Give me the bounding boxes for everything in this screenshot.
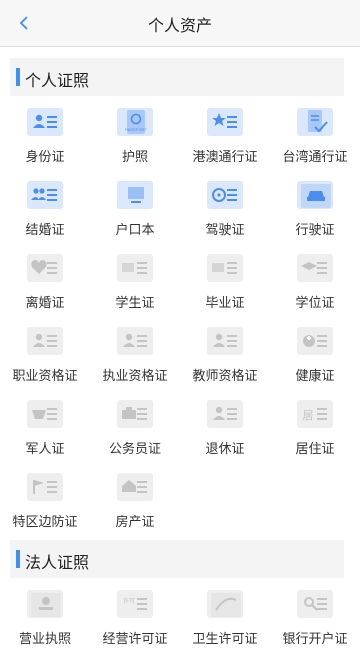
cert-item-marriage-cert[interactable]: 结婚证 — [0, 181, 90, 254]
driver-license-icon — [207, 181, 243, 209]
cert-item-label: 退休证 — [205, 441, 245, 456]
svg-text:PASSPORT: PASSPORT — [125, 127, 147, 132]
cert-item-label: 护照 — [121, 149, 148, 164]
hk-macau-pass-icon — [207, 108, 243, 136]
cert-item-label: 驾驶证 — [205, 222, 245, 237]
cert-item-practice-qualification[interactable]: 执业资格证 — [90, 327, 180, 400]
cert-item-professional-qualification[interactable]: 职业资格证 — [0, 327, 90, 400]
cert-item-retirement-cert[interactable]: 退休证 — [180, 400, 270, 473]
professional-qualification-icon — [27, 327, 63, 355]
cert-item-business-license[interactable]: 营业执照 — [0, 590, 90, 663]
hygiene-permit-icon — [207, 590, 243, 618]
section-header-personal: 个人证照 — [10, 58, 344, 96]
cert-item-label: 毕业证 — [205, 295, 245, 310]
cert-item-border-pass[interactable]: 特区边防证 — [0, 473, 90, 546]
cert-item-vehicle-license[interactable]: 行驶证 — [270, 181, 360, 254]
section-accent-bar — [16, 68, 20, 86]
cert-item-label: 执业资格证 — [102, 368, 168, 383]
cert-item-label: 营业执照 — [18, 631, 71, 646]
cert-item-health-cert[interactable]: 健康证 — [270, 327, 360, 400]
cert-item-label: 特区边防证 — [12, 514, 78, 529]
cert-item-bank-account-cert[interactable]: 银行开户证 — [270, 590, 360, 663]
bank-account-cert-icon — [297, 590, 333, 618]
section-title: 法人证照 — [25, 555, 90, 572]
cert-item-civil-servant-id[interactable]: 公务员证 — [90, 400, 180, 473]
cert-item-label: 学生证 — [115, 295, 155, 310]
cert-item-label: 行驶证 — [295, 222, 335, 237]
taiwan-pass-icon — [297, 108, 333, 136]
household-register-icon — [117, 181, 153, 209]
cert-item-label: 公务员证 — [108, 441, 161, 456]
cert-item-label: 离婚证 — [25, 295, 65, 310]
personal-cert-grid: 身份证 PASSPORT 护照 港澳通行证 台湾通行证结婚证 户口本 驾驶证 行驶证离婚证 学生… — [0, 108, 360, 546]
cert-item-label: 学位证 — [295, 295, 335, 310]
section-header-corporate: 法人证照 — [10, 540, 344, 578]
cert-item-teacher-qualification[interactable]: 教师资格证 — [180, 327, 270, 400]
id-card-icon — [27, 108, 63, 136]
svg-text:许可: 许可 — [123, 597, 135, 605]
business-license-icon — [27, 590, 63, 618]
diploma-icon — [207, 254, 243, 282]
cert-item-label: 职业资格证 — [12, 368, 78, 383]
cert-item-label: 居住证 — [295, 441, 335, 456]
cert-item-label: 健康证 — [295, 368, 335, 383]
passport-icon: PASSPORT — [117, 108, 153, 136]
cert-item-taiwan-pass[interactable]: 台湾通行证 — [270, 108, 360, 181]
retirement-cert-icon — [207, 400, 243, 428]
cert-item-student-id[interactable]: 学生证 — [90, 254, 180, 327]
operating-permit-icon: 许可 — [117, 590, 153, 618]
cert-item-property-cert[interactable]: 房产证 — [90, 473, 180, 546]
divorce-cert-icon — [27, 254, 63, 282]
cert-item-divorce-cert[interactable]: 离婚证 — [0, 254, 90, 327]
cert-item-label: 房产证 — [115, 514, 155, 529]
page-title: 个人资产 — [147, 18, 212, 35]
cert-item-label: 卫生许可证 — [192, 631, 258, 646]
cert-item-id-card[interactable]: 身份证 — [0, 108, 90, 181]
student-id-icon — [117, 254, 153, 282]
residence-permit-icon: 居 — [297, 400, 333, 428]
cert-item-label: 户口本 — [115, 222, 155, 237]
teacher-qualification-icon — [207, 327, 243, 355]
cert-item-military-id[interactable]: 军人证 — [0, 400, 90, 473]
cert-item-label: 港澳通行证 — [192, 149, 258, 164]
marriage-cert-icon — [27, 181, 63, 209]
section-accent-bar — [16, 550, 20, 568]
vehicle-license-icon — [297, 181, 333, 209]
health-cert-icon — [297, 327, 333, 355]
section-title: 个人证照 — [25, 73, 90, 90]
corporate-cert-grid: 营业执照 许可 经营许可证 卫生许可证 银行开户证 — [0, 590, 360, 663]
military-id-icon — [27, 400, 63, 428]
cert-item-hygiene-permit[interactable]: 卫生许可证 — [180, 590, 270, 663]
cert-item-operating-permit[interactable]: 许可经营许可证 — [90, 590, 180, 663]
cert-item-passport[interactable]: PASSPORT 护照 — [90, 108, 180, 181]
cert-item-household-register[interactable]: 户口本 — [90, 181, 180, 254]
cert-item-label: 经营许可证 — [102, 631, 168, 646]
cert-item-hk-macau-pass[interactable]: 港澳通行证 — [180, 108, 270, 181]
border-pass-icon — [27, 473, 63, 501]
degree-cert-icon — [297, 254, 333, 282]
practice-qualification-icon — [117, 327, 153, 355]
cert-item-label: 结婚证 — [25, 222, 65, 237]
cert-item-label: 军人证 — [25, 441, 65, 456]
nav-bar: 个人资产 — [0, 0, 360, 47]
cert-item-diploma[interactable]: 毕业证 — [180, 254, 270, 327]
svg-text:居: 居 — [303, 409, 314, 422]
property-cert-icon — [117, 473, 153, 501]
cert-item-label: 教师资格证 — [192, 368, 258, 383]
cert-item-driver-license[interactable]: 驾驶证 — [180, 181, 270, 254]
cert-item-label: 台湾通行证 — [282, 149, 348, 164]
cert-item-label: 银行开户证 — [282, 631, 348, 646]
cert-item-label: 身份证 — [25, 149, 65, 164]
civil-servant-id-icon — [117, 400, 153, 428]
cert-item-residence-permit[interactable]: 居居住证 — [270, 400, 360, 473]
cert-item-degree-cert[interactable]: 学位证 — [270, 254, 360, 327]
